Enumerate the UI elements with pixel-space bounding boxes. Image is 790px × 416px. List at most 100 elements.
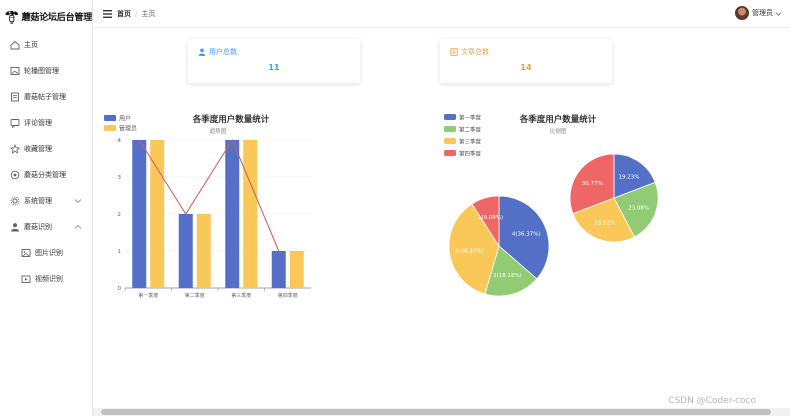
sidebar-item-label: 蘑菇识别 bbox=[24, 223, 52, 231]
x-tick-label: 第一季度 bbox=[138, 292, 158, 299]
legend-swatch[interactable] bbox=[444, 150, 456, 156]
settings-icon bbox=[10, 196, 20, 206]
bar-管理员-3[interactable] bbox=[289, 251, 304, 288]
home-icon bbox=[10, 40, 20, 50]
top-header: 首页 / 主页 管理员 bbox=[93, 0, 790, 28]
user-menu[interactable]: 管理员 bbox=[735, 6, 782, 20]
logo-icon bbox=[5, 10, 19, 24]
pie-slice-label: 1(9.09%) bbox=[478, 215, 503, 221]
sidebar-item-image[interactable]: 轮播图管理 bbox=[0, 58, 92, 84]
breadcrumb-home[interactable]: 首页 bbox=[117, 9, 131, 19]
legend-swatch[interactable] bbox=[104, 115, 116, 121]
bar-chart: 用户管理员 各季度用户数量统计趋势图 0 1 2 3 4 第一季度 第二季度 第三季度 第四季度 bbox=[104, 114, 311, 299]
image-icon bbox=[10, 67, 20, 75]
y-tick-label: 0 bbox=[118, 286, 122, 292]
bar-用户-3[interactable] bbox=[271, 251, 286, 288]
legend-label[interactable]: 管理员 bbox=[119, 125, 137, 133]
user-count-card: 用户总数 11 bbox=[188, 39, 360, 83]
scrollbar-thumb[interactable] bbox=[101, 409, 771, 415]
app-title: 蘑菇论坛后台管理 bbox=[21, 12, 93, 23]
sidebar-item-star[interactable]: 收藏管理 bbox=[0, 136, 92, 162]
sidebar-item-label: 视频识别 bbox=[35, 275, 63, 283]
breadcrumb-separator: / bbox=[135, 9, 138, 18]
username[interactable]: 管理员 bbox=[752, 8, 773, 18]
horizontal-scrollbar[interactable] bbox=[93, 408, 790, 416]
legend-label[interactable]: 第一季度 bbox=[459, 114, 482, 122]
video-icon bbox=[21, 275, 31, 283]
sidebar-item-comment[interactable]: 评论管理 bbox=[0, 110, 92, 136]
bar-管理员-0[interactable] bbox=[150, 140, 165, 288]
sidebar-item-home[interactable]: 主页 bbox=[0, 32, 92, 58]
x-tick-label: 第三季度 bbox=[231, 292, 251, 299]
pie-slice-label: 26.92% bbox=[594, 221, 615, 227]
user-icon bbox=[198, 48, 206, 56]
legend-label[interactable]: 用户 bbox=[119, 115, 131, 123]
sidebar-item-label: 轮播图管理 bbox=[24, 67, 59, 75]
user-count-value: 11 bbox=[268, 63, 280, 72]
pie-slice-label: 4(36.37%) bbox=[455, 248, 484, 254]
bar-用户-1[interactable] bbox=[178, 214, 193, 288]
sidebar-item-label: 蘑菇分类管理 bbox=[24, 171, 66, 179]
legend-swatch[interactable] bbox=[444, 138, 456, 144]
x-tick-label: 第二季度 bbox=[185, 292, 205, 299]
sidebar-item-document[interactable]: 蘑菇帖子管理 bbox=[0, 84, 92, 110]
chart-title: 各季度用户数量统计 bbox=[519, 114, 597, 125]
sidebar-item-category[interactable]: 蘑菇分类管理 bbox=[0, 162, 92, 188]
sidebar-item-settings[interactable]: 系统管理 bbox=[0, 188, 92, 214]
y-tick-label: 3 bbox=[118, 175, 122, 181]
menu-toggle-icon[interactable] bbox=[103, 9, 112, 18]
article-count-value: 14 bbox=[520, 63, 532, 72]
article-count-card: 文章总数 14 bbox=[440, 39, 612, 83]
article-count-title: 文章总数 bbox=[450, 47, 489, 57]
bar-管理员-2[interactable] bbox=[243, 140, 258, 288]
pie-slice-label: 19.23% bbox=[619, 174, 640, 180]
chevron-down-icon[interactable] bbox=[74, 197, 82, 205]
chart-title: 各季度用户数量统计 bbox=[192, 114, 270, 125]
breadcrumb-current: 主页 bbox=[141, 9, 156, 18]
article-count-label: 文章总数 bbox=[461, 48, 489, 56]
avatar[interactable] bbox=[735, 6, 749, 20]
chevron-up-icon[interactable] bbox=[74, 223, 82, 231]
comment-icon bbox=[10, 119, 20, 128]
sidebar-item-label: 蘑菇帖子管理 bbox=[24, 93, 66, 101]
sidebar-item-label: 系统管理 bbox=[24, 197, 52, 205]
legend-label[interactable]: 第二季度 bbox=[459, 126, 482, 134]
chevron-down-icon[interactable] bbox=[775, 10, 782, 17]
user-icon bbox=[11, 223, 19, 232]
chart-subtitle: 趋势图 bbox=[210, 127, 227, 135]
star-icon bbox=[10, 144, 20, 154]
pie-slice-label: 2(18.18%) bbox=[493, 273, 522, 279]
category-icon bbox=[10, 170, 20, 180]
sidebar-subitem-video[interactable]: 视频识别 bbox=[0, 266, 92, 292]
pie-slice-label: 23.08% bbox=[628, 205, 649, 211]
document-icon bbox=[11, 92, 19, 102]
legend-swatch[interactable] bbox=[444, 126, 456, 132]
bar-用户-0[interactable] bbox=[132, 140, 147, 288]
legend-swatch[interactable] bbox=[444, 114, 456, 120]
sidebar-item-label: 收藏管理 bbox=[24, 145, 52, 153]
chart-subtitle: 比例图 bbox=[550, 127, 567, 135]
sidebar-item-user[interactable]: 蘑菇识别 bbox=[0, 214, 92, 240]
legend-swatch[interactable] bbox=[104, 125, 116, 131]
legend-label[interactable]: 第四季度 bbox=[459, 150, 482, 158]
sidebar-subitem-picture[interactable]: 图片识别 bbox=[0, 240, 92, 266]
sidebar-item-label: 主页 bbox=[24, 41, 38, 49]
legend-label[interactable]: 第三季度 bbox=[459, 138, 482, 146]
y-tick-label: 1 bbox=[118, 249, 122, 255]
breadcrumb: 首页 / 主页 bbox=[117, 9, 155, 19]
y-tick-label: 2 bbox=[118, 212, 122, 218]
x-tick-label: 第四季度 bbox=[278, 292, 298, 299]
picture-icon bbox=[21, 249, 31, 257]
y-tick-label: 4 bbox=[118, 138, 122, 144]
article-icon bbox=[450, 48, 458, 56]
watermark: CSDN @Coder-coco bbox=[668, 396, 756, 406]
bar-用户-2[interactable] bbox=[225, 140, 240, 288]
bar-管理员-1[interactable] bbox=[196, 214, 211, 288]
pie-slice-label: 30.77% bbox=[582, 181, 603, 187]
user-count-title: 用户总数 bbox=[198, 47, 237, 57]
logo: 蘑菇论坛后台管理 bbox=[0, 0, 92, 32]
sidebar-item-label: 图片识别 bbox=[35, 249, 63, 257]
pie-slice-label: 4(36.37%) bbox=[512, 232, 541, 238]
user-count-label: 用户总数 bbox=[209, 48, 237, 56]
pie-chart: 第一季度第二季度第三季度第四季度 各季度用户数量统计比例图 4(36.37%) 2(1… bbox=[444, 114, 659, 297]
